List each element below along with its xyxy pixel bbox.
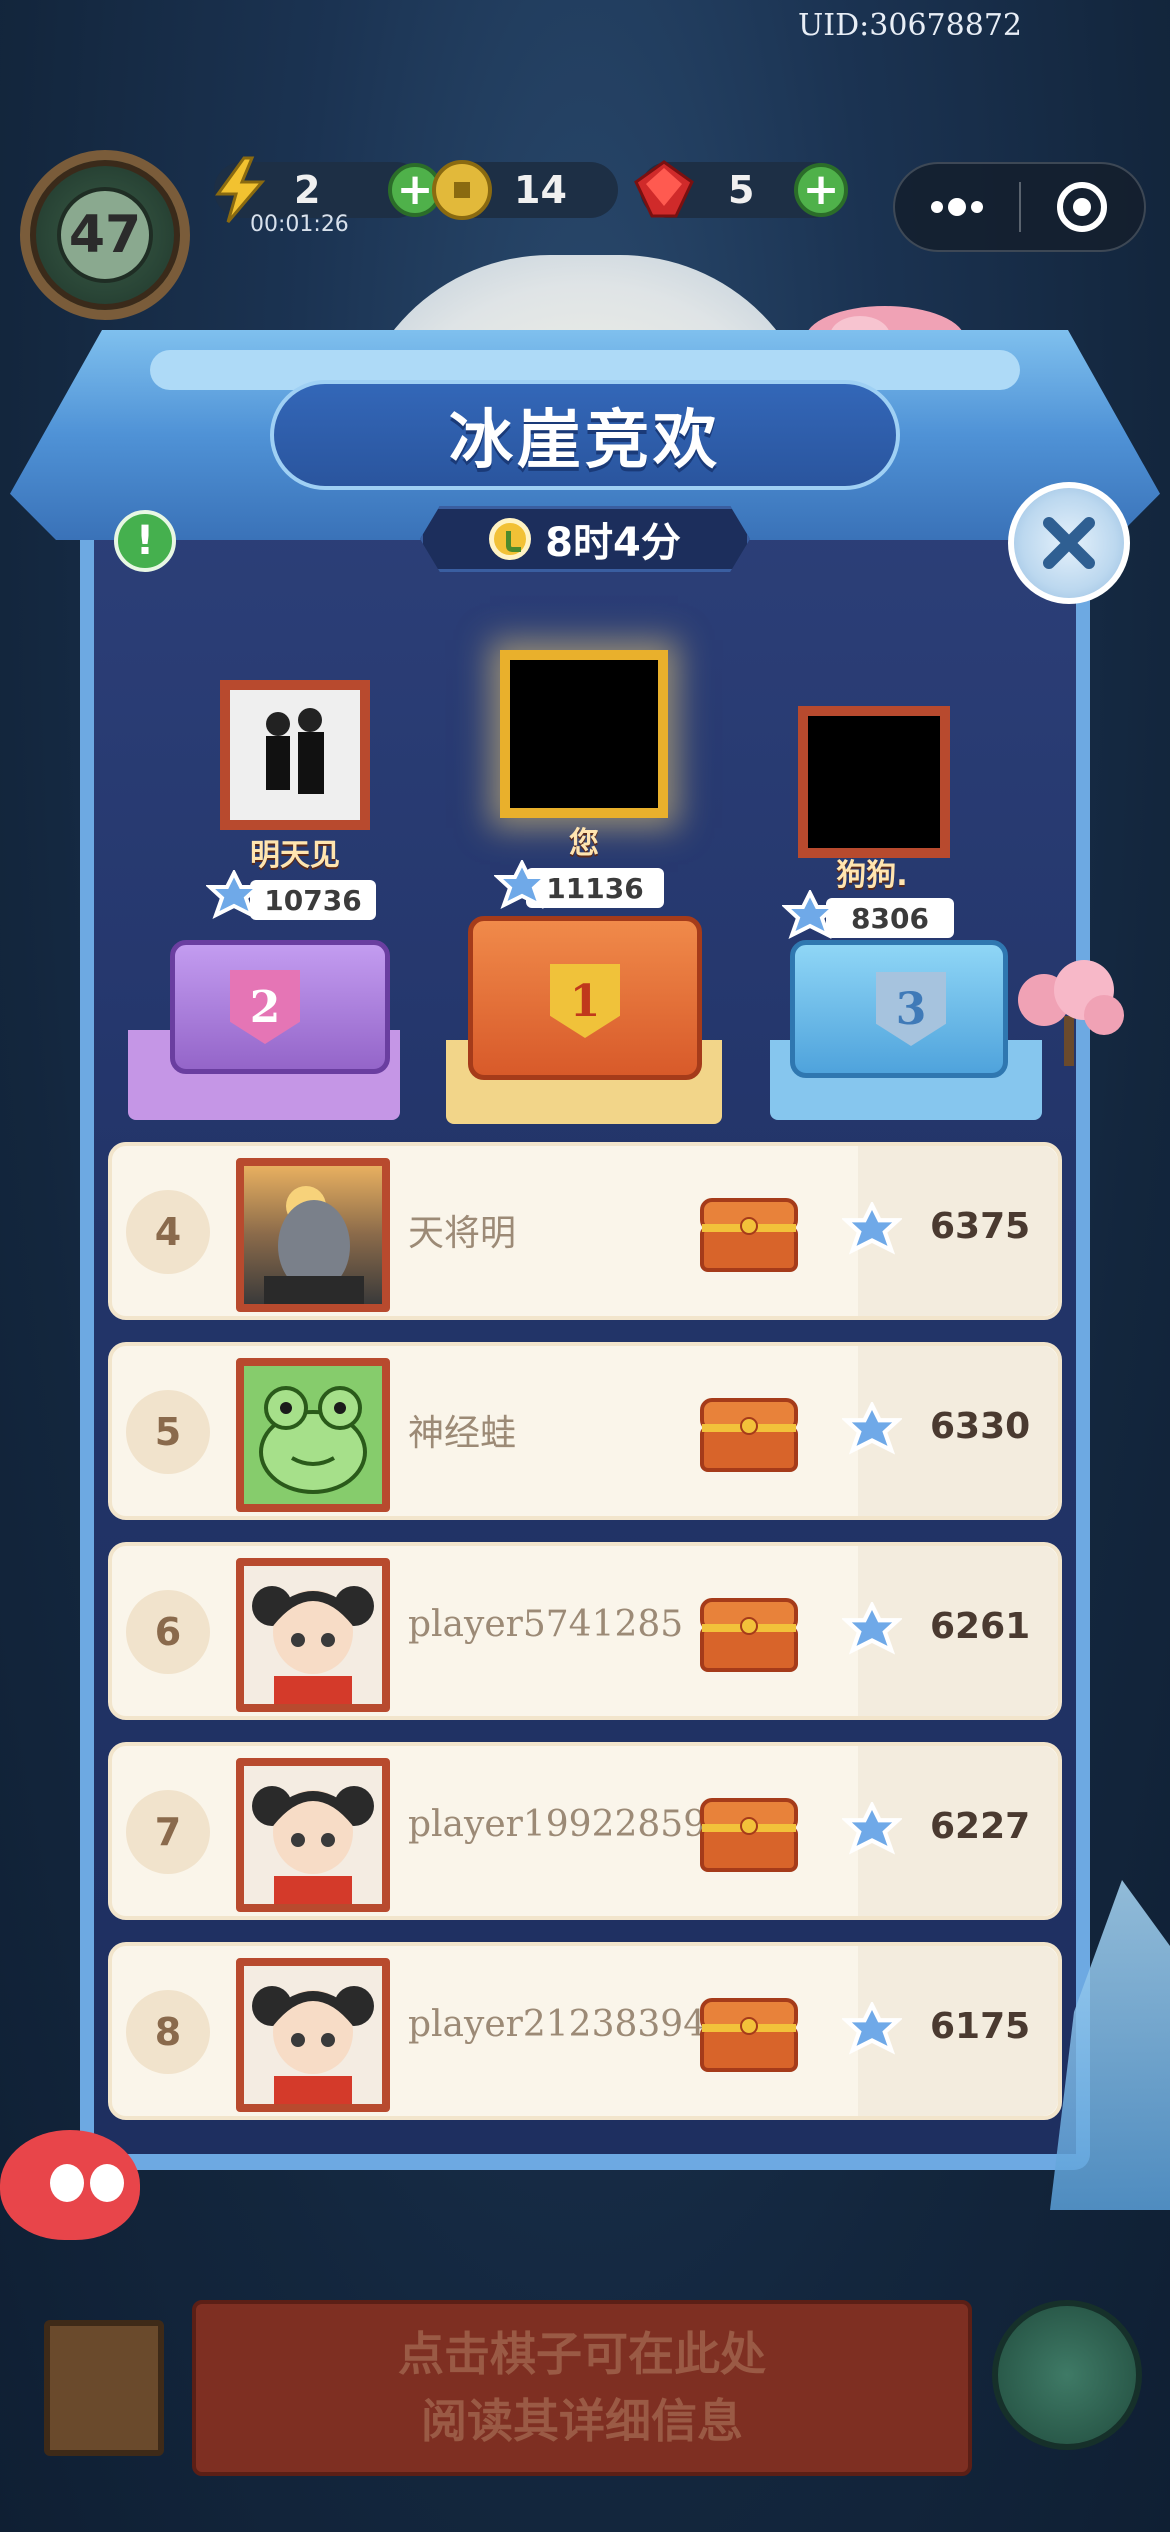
treasure-chest-icon: [700, 1198, 798, 1272]
pavilion-shop-icon[interactable]: [992, 2300, 1142, 2450]
cabinet-icon[interactable]: [44, 2320, 164, 2456]
mascot-eye: [90, 2164, 124, 2202]
girl-avatar: [244, 1966, 382, 2104]
energy-counter: 2 +: [214, 156, 442, 223]
event-info-button[interactable]: !: [114, 510, 176, 572]
target-circle-icon: [1057, 182, 1108, 232]
close-button[interactable]: [1008, 482, 1130, 604]
energy-timer: 00:01:26: [250, 212, 349, 237]
star-icon: [206, 870, 262, 920]
close-icon: [1043, 517, 1095, 569]
star-icon: [842, 1402, 902, 1455]
row-player-name: player19922859: [408, 1804, 707, 1845]
leaderboard-row[interactable]: 7 player19922859 6227: [108, 1742, 1062, 1920]
row-rank: 5: [126, 1390, 210, 1474]
hero-photo-avatar: [264, 1186, 364, 1304]
row-avatar: [236, 1758, 390, 1912]
row-rank: 6: [126, 1590, 210, 1674]
row-avatar: [236, 1158, 390, 1312]
energy-value: 2: [294, 168, 321, 212]
star-icon: [842, 2002, 902, 2055]
uid-label: UID:30678872: [798, 8, 1022, 43]
row-rank: 4: [126, 1190, 210, 1274]
podium-name-2: 明天见: [250, 838, 340, 873]
gem-value: 5: [728, 168, 755, 212]
podium-score-2: 10736: [250, 880, 376, 920]
ruby-icon: [634, 160, 694, 218]
girl-avatar: [244, 1766, 382, 1904]
cherry-tree-decoration: [1018, 960, 1124, 1066]
row-rank: 7: [126, 1790, 210, 1874]
leaderboard-row[interactable]: 6 player5741285 6261: [108, 1542, 1062, 1720]
more-dots-icon: [930, 198, 983, 216]
row-avatar: [236, 1358, 390, 1512]
row-score: 6261: [930, 1606, 1031, 1647]
event-time-left: 8时4分: [545, 520, 681, 566]
coin-value: 14: [514, 168, 567, 212]
row-player-name: 神经蛙: [408, 1413, 517, 1454]
row-score: 6375: [930, 1206, 1031, 1247]
leaderboard-row[interactable]: 4 天将明 6375: [108, 1142, 1062, 1320]
star-icon: [842, 1202, 902, 1255]
more-options-button[interactable]: [895, 164, 1019, 250]
leaderboard-row[interactable]: 5 神经蛙 6330: [108, 1342, 1062, 1520]
row-avatar: [236, 1558, 390, 1712]
player-level-badge[interactable]: 47: [20, 150, 190, 320]
treasure-chest-icon: [700, 1798, 798, 1872]
row-player-name: player21238394: [408, 2004, 707, 2045]
couple-photo-avatar: [230, 690, 360, 820]
frog-avatar: [244, 1366, 382, 1504]
event-title: 冰崖竞欢: [449, 403, 721, 478]
row-rank: 8: [126, 1990, 210, 2074]
treasure-chest-icon: [700, 1398, 798, 1472]
podium-avatar-2[interactable]: [220, 680, 370, 830]
row-score: 6330: [930, 1406, 1031, 1447]
row-avatar: [236, 1958, 390, 2112]
treasure-chest-icon: [700, 1598, 798, 1672]
piece-info-banner: 点击棋子可在此处 阅读其详细信息: [192, 2300, 972, 2476]
mascot-eye: [50, 2164, 84, 2202]
row-score: 6227: [930, 1806, 1031, 1847]
player-level: 47: [57, 187, 153, 283]
podium-score-3: 8306: [826, 898, 954, 938]
star-icon: [842, 1602, 902, 1655]
coin-counter: 14: [432, 160, 618, 220]
mini-program-capsule: [893, 162, 1146, 252]
coin-icon: [432, 160, 492, 220]
leaderboard-row[interactable]: 8 player21238394 6175: [108, 1942, 1062, 2120]
add-gems-button[interactable]: +: [794, 163, 848, 217]
row-player-name: 天将明: [408, 1213, 517, 1254]
squirrel-mascot[interactable]: [0, 2130, 140, 2240]
treasure-chest-icon: [700, 1998, 798, 2072]
exit-mini-program-button[interactable]: [1021, 164, 1145, 250]
clock-icon: [489, 518, 532, 560]
star-icon: [494, 860, 550, 910]
row-score: 6175: [930, 2006, 1031, 2047]
gem-counter: 5 +: [634, 160, 848, 218]
podium-name-1: 您: [569, 826, 599, 861]
event-title-plaque: 冰崖竞欢: [270, 380, 900, 490]
piece-info-line1: 点击棋子可在此处: [398, 2327, 766, 2382]
star-icon: [782, 890, 838, 940]
event-timer: 8时4分: [420, 506, 750, 572]
podium-avatar-3[interactable]: [798, 706, 950, 858]
star-icon: [842, 1802, 902, 1855]
podium-name-3: 狗狗.: [836, 858, 908, 893]
row-player-name: player5741285: [408, 1604, 684, 1645]
podium-avatar-1[interactable]: [500, 650, 668, 818]
piece-info-line2: 阅读其详细信息: [421, 2394, 743, 2448]
girl-avatar: [244, 1566, 382, 1704]
